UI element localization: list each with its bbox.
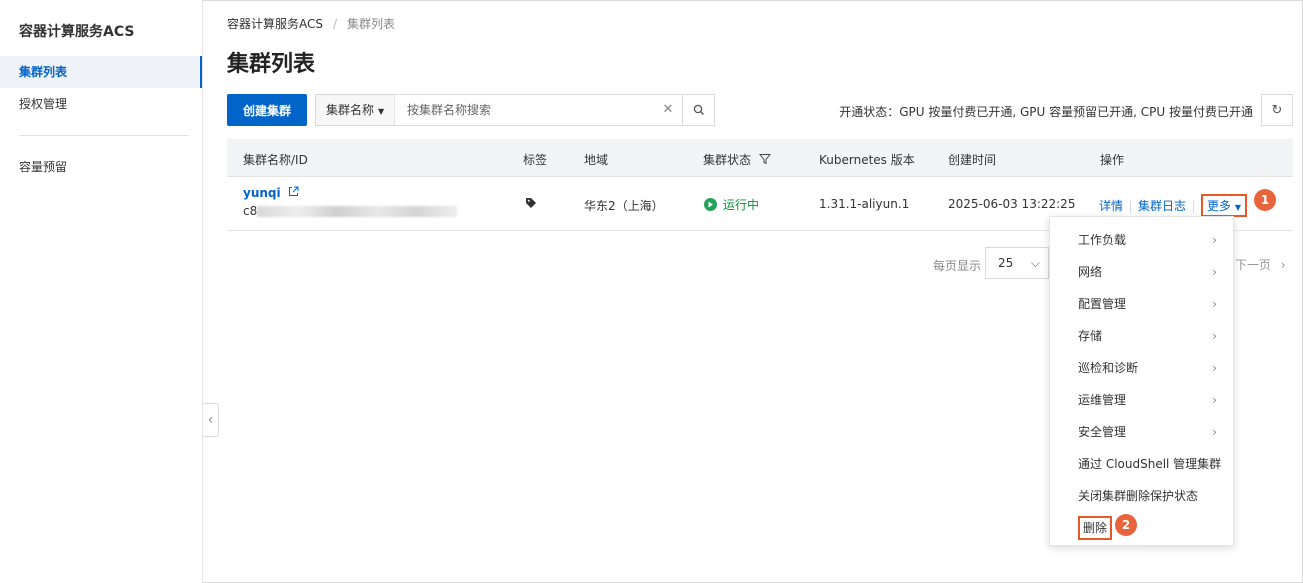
page-title: 集群列表 [227,52,316,77]
search-group: 集群名称▼ ✕ [315,94,715,126]
action-separator [1130,200,1132,213]
status-text: 运行中 [723,198,760,212]
chevron-down-icon: ⌵ [1030,256,1040,270]
menu-item-network[interactable]: 网络 › [1050,256,1233,288]
filter-icon[interactable] [758,153,771,165]
refresh-icon: ↻ [1271,102,1283,118]
search-field-label: 集群名称 [326,103,375,117]
create-cluster-button[interactable]: 创建集群 [227,94,307,126]
per-page-label: 每页显示 [933,259,982,273]
menu-item-cloudshell[interactable]: 通过 CloudShell 管理集群 [1050,448,1233,480]
column-header-tags: 标签 [523,153,548,167]
more-button[interactable]: 更多 ▼ [1201,194,1248,217]
column-header-created: 创建时间 [948,153,997,167]
cluster-id-redacted [257,206,458,217]
more-dropdown-menu: 工作负载 › 网络 › 配置管理 › 存储 › 巡检和诊断 › 运维管理 › 安全管理 › 通… [1049,216,1234,546]
menu-item-inspection[interactable]: 巡检和诊断 › [1050,352,1233,384]
cluster-log-link[interactable]: 集群日志 [1138,199,1186,213]
menu-item-disable-delete-protection[interactable]: 关闭集群删除保护状态 [1050,480,1233,512]
chevron-right-icon: › [1212,425,1217,439]
tag-icon[interactable] [525,197,537,212]
delete-highlight: 删除 [1078,516,1113,540]
search-field-select[interactable]: 集群名称 ▼ [316,95,395,125]
search-input[interactable] [395,95,654,125]
caret-down-icon: ▼ [378,107,385,116]
chevron-right-icon: › [1212,297,1217,311]
actions-cell: 详情 集群日志 更多 ▼ [1099,194,1248,217]
menu-item-security[interactable]: 安全管理 › [1050,416,1233,448]
sidebar-item-cluster-list[interactable]: 集群列表 [0,56,202,88]
sidebar-item-authorization[interactable]: 授权管理 [0,88,202,120]
column-header-status: 集群状态 [703,151,771,168]
table-header: 集群名称/ID 标签 地域 集群状态 Kubernetes 版本 创建时间 操作 [227,139,1293,177]
chevron-right-icon: › [1212,393,1217,407]
chevron-right-icon: › [1280,258,1286,272]
search-button[interactable] [682,95,714,125]
chevron-right-icon: › [1212,265,1217,279]
running-status-icon [704,198,717,211]
column-header-version: Kubernetes 版本 [819,153,915,167]
column-header-actions: 操作 [1100,153,1125,167]
search-icon [693,104,704,115]
per-page-select[interactable]: 25 ⌵ [985,247,1049,279]
caret-down-icon: ▼ [1234,203,1242,212]
status-cell: 运行中 [704,196,759,213]
menu-item-config[interactable]: 配置管理 › [1050,288,1233,320]
created-time-cell: 2025-06-03 13:22:25 [948,197,1076,211]
sidebar-item-capacity-reservation[interactable]: 容量预留 [0,151,202,183]
action-separator [1193,200,1195,213]
column-header-region: 地域 [584,153,609,167]
sidebar-title: 容器计算服务ACS [19,24,135,40]
breadcrumb-separator: / [333,17,338,31]
chevron-left-icon: ‹ [207,412,214,428]
step-badge-2: 2 [1115,514,1137,536]
version-cell: 1.31.1-aliyun.1 [819,197,910,211]
sidebar-collapse-button[interactable]: ‹ [203,403,219,437]
next-page-button[interactable]: 下一页 › [1235,256,1286,273]
chevron-right-icon: › [1212,233,1217,247]
cluster-name-cell: yunqi [243,186,299,200]
chevron-right-icon: › [1212,329,1217,343]
menu-item-ops[interactable]: 运维管理 › [1050,384,1233,416]
clear-icon[interactable]: ✕ [654,95,682,125]
chevron-right-icon: › [1212,361,1217,375]
step-badge-1: 1 [1254,189,1276,211]
detail-link[interactable]: 详情 [1099,199,1123,213]
breadcrumb-root[interactable]: 容器计算服务ACS [227,17,323,31]
service-status-text: 开通状态：GPU 按量付费已开通, GPU 容量预留已开通, CPU 按量付费已… [839,105,1253,119]
cluster-name-link[interactable]: yunqi [243,186,281,200]
sidebar-divider [19,135,189,136]
sidebar: 容器计算服务ACS 集群列表 授权管理 容量预留 [0,0,203,583]
refresh-button[interactable]: ↻ [1261,94,1293,126]
breadcrumb-current: 集群列表 [347,17,396,31]
breadcrumb: 容器计算服务ACS / 集群列表 [227,15,395,32]
cluster-id-prefix: c8 [243,204,258,218]
region-cell: 华东2（上海） [584,199,664,213]
cluster-id-cell: c8 [243,204,458,218]
external-link-icon[interactable] [288,186,299,197]
menu-item-storage[interactable]: 存储 › [1050,320,1233,352]
column-header-name: 集群名称/ID [243,153,308,167]
menu-item-delete[interactable]: 删除 [1050,512,1233,544]
menu-item-workloads[interactable]: 工作负载 › [1050,224,1233,256]
